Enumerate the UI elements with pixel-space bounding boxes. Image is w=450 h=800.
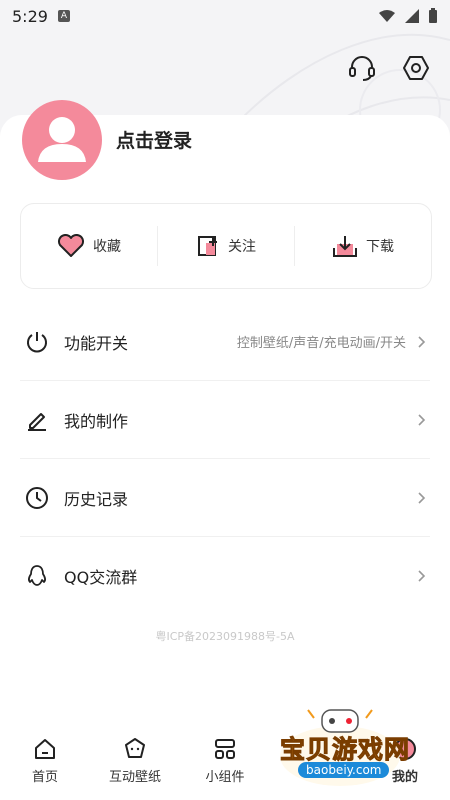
heart-icon — [57, 234, 85, 257]
headset-icon — [349, 56, 375, 81]
follow-button[interactable]: 关注 — [158, 224, 294, 268]
tab-label: 互动壁纸 — [108, 770, 161, 785]
menu-item-subtitle: 控制壁纸/声音/充电动画/开关 — [236, 336, 406, 351]
battery-icon — [429, 8, 437, 23]
widgets-icon — [215, 739, 235, 759]
menu-item-qq-group[interactable]: QQ交流群 — [20, 537, 430, 614]
signal-icon — [405, 9, 419, 23]
settings-menu: 功能开关 控制壁纸/声音/充电动画/开关 我的制作 历史记录 QQ交流群 — [20, 303, 430, 614]
tab-label: 小组件 — [205, 770, 245, 785]
favorites-button[interactable]: 收藏 — [21, 224, 157, 268]
menu-item-my-creations[interactable]: 我的制作 — [20, 381, 430, 459]
download-button[interactable]: 下载 — [295, 224, 431, 268]
watermark-url: baobeiy.com — [298, 762, 390, 778]
status-time: 5:29 — [12, 6, 48, 26]
customer-service-button[interactable] — [346, 52, 378, 84]
watermark-text: 宝贝游戏网 — [279, 735, 411, 765]
chevron-right-icon — [418, 335, 426, 348]
home-icon — [35, 739, 55, 759]
settings-button[interactable] — [400, 52, 432, 84]
pen-icon — [28, 412, 46, 431]
download-icon — [333, 236, 357, 257]
interactive-wallpaper-icon — [125, 738, 145, 758]
favorites-label: 收藏 — [93, 239, 121, 255]
menu-item-history[interactable]: 历史记录 — [20, 459, 430, 537]
site-watermark: 宝贝游戏网 baobeiy.com — [278, 704, 428, 794]
login-prompt[interactable]: 点击登录 — [116, 126, 192, 153]
status-bar: 5:29 A — [0, 0, 450, 32]
user-silhouette-icon — [38, 117, 86, 162]
wifi-icon — [379, 10, 395, 22]
download-label: 下载 — [366, 239, 394, 255]
menu-item-feature-switch[interactable]: 功能开关 控制壁纸/声音/充电动画/开关 — [20, 303, 430, 381]
tab-home[interactable]: 首页 — [0, 728, 90, 800]
follow-label: 关注 — [228, 239, 256, 255]
avatar[interactable] — [22, 100, 102, 180]
chevron-right-icon — [418, 413, 426, 426]
tab-label: 首页 — [31, 770, 58, 785]
chevron-right-icon — [418, 569, 426, 582]
clock-icon — [26, 486, 48, 509]
menu-item-label: QQ交流群 — [64, 567, 138, 587]
chevron-right-icon — [418, 491, 426, 504]
menu-item-label: 历史记录 — [64, 489, 129, 509]
follow-add-icon — [198, 236, 217, 256]
settings-hexagon-icon — [403, 56, 429, 80]
qq-penguin-icon — [28, 564, 46, 586]
quick-actions-panel: 收藏 关注 下载 — [20, 203, 432, 289]
menu-item-label: 我的制作 — [64, 411, 129, 431]
tab-widgets[interactable]: 小组件 — [180, 728, 270, 800]
icp-license-text: 粤ICP备2023091988号-5A — [155, 630, 295, 643]
menu-item-label: 功能开关 — [64, 333, 129, 353]
tab-interactive-wallpaper[interactable]: 互动壁纸 — [90, 728, 180, 800]
notification-a-icon: A — [57, 10, 70, 22]
power-icon — [27, 331, 47, 352]
